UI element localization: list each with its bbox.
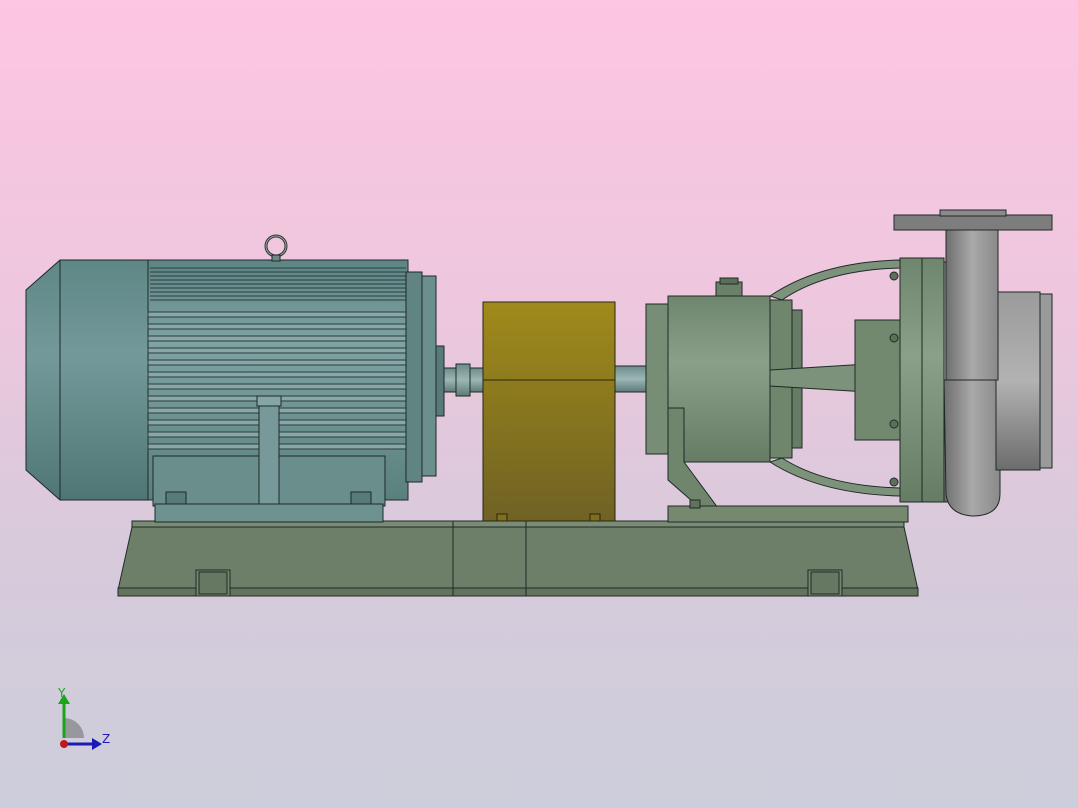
- adapter-frame[interactable]: [768, 259, 902, 497]
- triad-y-label: Y: [58, 686, 66, 700]
- triad-z-label: Z: [102, 732, 111, 746]
- base-frame[interactable]: [117, 520, 919, 597]
- motor-shaft: [443, 363, 485, 397]
- 3d-viewport[interactable]: Y Z: [0, 0, 1078, 808]
- pump-assembly-model[interactable]: [0, 0, 1078, 808]
- coupling-guard[interactable]: [482, 301, 616, 522]
- view-triad: Y Z: [52, 686, 124, 754]
- pump-shaft: [613, 365, 649, 393]
- pump-volute-casing[interactable]: [893, 209, 1053, 517]
- electric-motor[interactable]: [25, 234, 445, 523]
